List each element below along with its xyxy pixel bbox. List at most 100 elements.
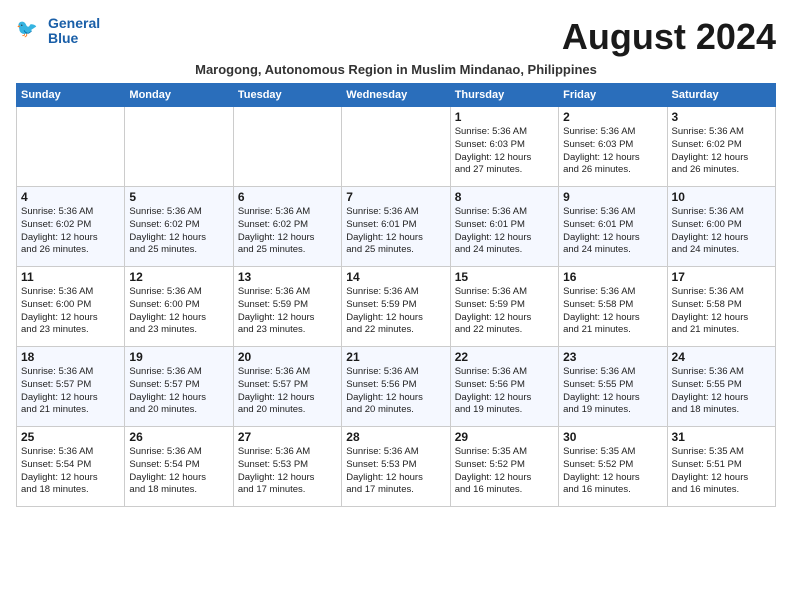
day-number: 27 <box>238 430 337 444</box>
day-detail: Sunrise: 5:36 AM Sunset: 6:00 PM Dayligh… <box>672 206 771 257</box>
day-number: 30 <box>563 430 662 444</box>
day-detail: Sunrise: 5:36 AM Sunset: 5:56 PM Dayligh… <box>346 366 445 417</box>
calendar-cell-25: 22 Sunrise: 5:36 AM Sunset: 5:56 PM Dayli… <box>450 347 558 427</box>
day-number: 9 <box>563 190 662 204</box>
day-number: 14 <box>346 270 445 284</box>
calendar-cell-20: 17 Sunrise: 5:36 AM Sunset: 5:58 PM Dayli… <box>667 267 775 347</box>
day-detail: Sunrise: 5:36 AM Sunset: 6:03 PM Dayligh… <box>455 126 554 177</box>
weekday-header-thursday: Thursday <box>450 84 558 107</box>
day-number: 4 <box>21 190 120 204</box>
day-detail: Sunrise: 5:35 AM Sunset: 5:52 PM Dayligh… <box>455 446 554 497</box>
weekday-header-wednesday: Wednesday <box>342 84 450 107</box>
day-number: 15 <box>455 270 554 284</box>
day-number: 11 <box>21 270 120 284</box>
day-detail: Sunrise: 5:36 AM Sunset: 5:59 PM Dayligh… <box>238 286 337 337</box>
calendar-cell-5: 2 Sunrise: 5:36 AM Sunset: 6:03 PM Daylig… <box>559 107 667 187</box>
weekday-header-saturday: Saturday <box>667 84 775 107</box>
day-detail: Sunrise: 5:36 AM Sunset: 5:55 PM Dayligh… <box>672 366 771 417</box>
day-detail: Sunrise: 5:36 AM Sunset: 5:58 PM Dayligh… <box>672 286 771 337</box>
calendar-cell-33: 30 Sunrise: 5:35 AM Sunset: 5:52 PM Dayli… <box>559 427 667 507</box>
day-detail: Sunrise: 5:36 AM Sunset: 6:01 PM Dayligh… <box>455 206 554 257</box>
day-number: 26 <box>129 430 228 444</box>
header: 🐦 General Blue August 2024 <box>16 16 776 58</box>
day-number: 21 <box>346 350 445 364</box>
calendar-cell-27: 24 Sunrise: 5:36 AM Sunset: 5:55 PM Dayli… <box>667 347 775 427</box>
calendar-cell-22: 19Sunrise: 5:36 AM Sunset: 5:57 PM Dayli… <box>125 347 233 427</box>
weekday-header-tuesday: Tuesday <box>233 84 341 107</box>
calendar-cell-4: 1Sunrise: 5:36 AM Sunset: 6:03 PM Daylig… <box>450 107 558 187</box>
calendar-cell-1 <box>125 107 233 187</box>
calendar-cell-13: 10 Sunrise: 5:36 AM Sunset: 6:00 PM Dayli… <box>667 187 775 267</box>
calendar-cell-29: 26Sunrise: 5:36 AM Sunset: 5:54 PM Dayli… <box>125 427 233 507</box>
calendar-cell-15: 12Sunrise: 5:36 AM Sunset: 6:00 PM Dayli… <box>125 267 233 347</box>
month-title: August 2024 <box>562 16 776 58</box>
day-number: 8 <box>455 190 554 204</box>
calendar-cell-0 <box>17 107 125 187</box>
calendar-cell-24: 21 Sunrise: 5:36 AM Sunset: 5:56 PM Dayli… <box>342 347 450 427</box>
week-row-4: 18Sunrise: 5:36 AM Sunset: 5:57 PM Dayli… <box>17 347 776 427</box>
day-number: 3 <box>672 110 771 124</box>
day-detail: Sunrise: 5:36 AM Sunset: 5:59 PM Dayligh… <box>455 286 554 337</box>
calendar-cell-23: 20 Sunrise: 5:36 AM Sunset: 5:57 PM Dayli… <box>233 347 341 427</box>
week-row-1: 1Sunrise: 5:36 AM Sunset: 6:03 PM Daylig… <box>17 107 776 187</box>
day-detail: Sunrise: 5:36 AM Sunset: 5:58 PM Dayligh… <box>563 286 662 337</box>
day-number: 10 <box>672 190 771 204</box>
calendar-cell-26: 23 Sunrise: 5:36 AM Sunset: 5:55 PM Dayli… <box>559 347 667 427</box>
day-number: 23 <box>563 350 662 364</box>
weekday-header-sunday: Sunday <box>17 84 125 107</box>
day-detail: Sunrise: 5:36 AM Sunset: 6:01 PM Dayligh… <box>346 206 445 257</box>
day-number: 20 <box>238 350 337 364</box>
calendar-cell-16: 13Sunrise: 5:36 AM Sunset: 5:59 PM Dayli… <box>233 267 341 347</box>
day-detail: Sunrise: 5:36 AM Sunset: 6:03 PM Dayligh… <box>563 126 662 177</box>
calendar-cell-17: 14 Sunrise: 5:36 AM Sunset: 5:59 PM Dayli… <box>342 267 450 347</box>
day-detail: Sunrise: 5:36 AM Sunset: 5:57 PM Dayligh… <box>129 366 228 417</box>
day-detail: Sunrise: 5:35 AM Sunset: 5:52 PM Dayligh… <box>563 446 662 497</box>
day-number: 22 <box>455 350 554 364</box>
day-number: 24 <box>672 350 771 364</box>
day-detail: Sunrise: 5:36 AM Sunset: 6:02 PM Dayligh… <box>21 206 120 257</box>
calendar-cell-34: 31 Sunrise: 5:35 AM Sunset: 5:51 PM Dayli… <box>667 427 775 507</box>
day-detail: Sunrise: 5:36 AM Sunset: 6:02 PM Dayligh… <box>129 206 228 257</box>
day-detail: Sunrise: 5:36 AM Sunset: 5:57 PM Dayligh… <box>238 366 337 417</box>
logo-bird-icon: 🐦 <box>16 17 44 45</box>
calendar-cell-14: 11 Sunrise: 5:36 AM Sunset: 6:00 PM Dayli… <box>17 267 125 347</box>
day-number: 6 <box>238 190 337 204</box>
calendar-cell-11: 8 Sunrise: 5:36 AM Sunset: 6:01 PM Daylig… <box>450 187 558 267</box>
calendar-cell-32: 29Sunrise: 5:35 AM Sunset: 5:52 PM Dayli… <box>450 427 558 507</box>
day-detail: Sunrise: 5:36 AM Sunset: 5:57 PM Dayligh… <box>21 366 120 417</box>
day-number: 16 <box>563 270 662 284</box>
day-detail: Sunrise: 5:36 AM Sunset: 6:02 PM Dayligh… <box>672 126 771 177</box>
calendar-cell-18: 15 Sunrise: 5:36 AM Sunset: 5:59 PM Dayli… <box>450 267 558 347</box>
day-number: 31 <box>672 430 771 444</box>
calendar-cell-12: 9Sunrise: 5:36 AM Sunset: 6:01 PM Daylig… <box>559 187 667 267</box>
weekday-header-monday: Monday <box>125 84 233 107</box>
weekday-header-friday: Friday <box>559 84 667 107</box>
week-row-3: 11 Sunrise: 5:36 AM Sunset: 6:00 PM Dayli… <box>17 267 776 347</box>
week-row-2: 4 Sunrise: 5:36 AM Sunset: 6:02 PM Daylig… <box>17 187 776 267</box>
calendar-subtitle: Marogong, Autonomous Region in Muslim Mi… <box>16 62 776 77</box>
calendar-cell-9: 6Sunrise: 5:36 AM Sunset: 6:02 PM Daylig… <box>233 187 341 267</box>
calendar-cell-6: 3 Sunrise: 5:36 AM Sunset: 6:02 PM Daylig… <box>667 107 775 187</box>
calendar-cell-7: 4 Sunrise: 5:36 AM Sunset: 6:02 PM Daylig… <box>17 187 125 267</box>
day-number: 28 <box>346 430 445 444</box>
calendar-cell-30: 27 Sunrise: 5:36 AM Sunset: 5:53 PM Dayli… <box>233 427 341 507</box>
day-number: 2 <box>563 110 662 124</box>
day-number: 17 <box>672 270 771 284</box>
calendar-cell-19: 16 Sunrise: 5:36 AM Sunset: 5:58 PM Dayli… <box>559 267 667 347</box>
calendar-cell-21: 18Sunrise: 5:36 AM Sunset: 5:57 PM Dayli… <box>17 347 125 427</box>
day-detail: Sunrise: 5:36 AM Sunset: 5:59 PM Dayligh… <box>346 286 445 337</box>
day-detail: Sunrise: 5:36 AM Sunset: 5:53 PM Dayligh… <box>238 446 337 497</box>
calendar-cell-31: 28Sunrise: 5:36 AM Sunset: 5:53 PM Dayli… <box>342 427 450 507</box>
svg-text:🐦: 🐦 <box>16 19 38 39</box>
weekday-header-row: SundayMondayTuesdayWednesdayThursdayFrid… <box>17 84 776 107</box>
day-detail: Sunrise: 5:36 AM Sunset: 5:55 PM Dayligh… <box>563 366 662 417</box>
day-detail: Sunrise: 5:36 AM Sunset: 6:00 PM Dayligh… <box>129 286 228 337</box>
logo-text: General Blue <box>48 16 100 47</box>
calendar-cell-2 <box>233 107 341 187</box>
day-number: 5 <box>129 190 228 204</box>
calendar-cell-3 <box>342 107 450 187</box>
day-detail: Sunrise: 5:36 AM Sunset: 6:00 PM Dayligh… <box>21 286 120 337</box>
day-detail: Sunrise: 5:35 AM Sunset: 5:51 PM Dayligh… <box>672 446 771 497</box>
calendar-cell-28: 25Sunrise: 5:36 AM Sunset: 5:54 PM Dayli… <box>17 427 125 507</box>
day-detail: Sunrise: 5:36 AM Sunset: 5:56 PM Dayligh… <box>455 366 554 417</box>
